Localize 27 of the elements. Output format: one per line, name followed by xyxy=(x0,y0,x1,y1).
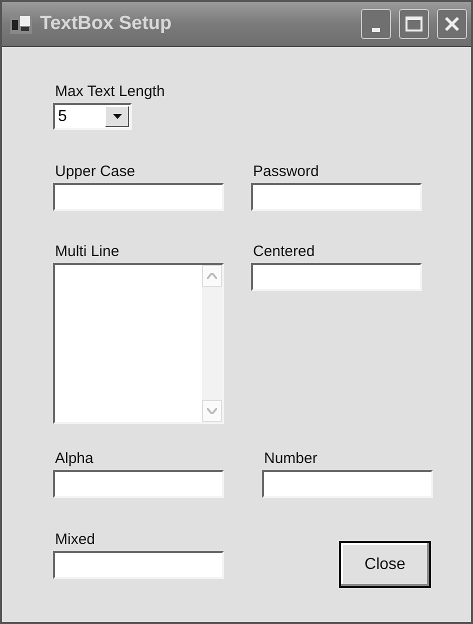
text-field[interactable] xyxy=(251,263,422,291)
text-field[interactable] xyxy=(53,183,224,211)
maximize-button[interactable] xyxy=(399,9,429,39)
minimize-button[interactable] xyxy=(361,9,391,39)
chevron-down-icon xyxy=(207,408,217,414)
text-field[interactable] xyxy=(53,470,224,498)
field-label: Upper Case xyxy=(54,163,136,181)
caret-icon xyxy=(112,114,122,119)
dropdown[interactable]: 5 xyxy=(53,103,132,130)
text-field[interactable] xyxy=(53,551,224,579)
field-label: Centered xyxy=(252,243,316,261)
close-icon xyxy=(444,16,460,32)
field-label: Password xyxy=(252,163,320,181)
close-button[interactable] xyxy=(437,9,467,39)
field-label: Alpha xyxy=(54,450,94,468)
text-field[interactable] xyxy=(262,470,433,498)
text-field[interactable] xyxy=(251,183,422,211)
maximize-icon xyxy=(405,16,423,32)
app-icon xyxy=(10,14,32,34)
chevron-up-icon xyxy=(207,273,217,279)
field-label: Number xyxy=(263,450,318,468)
window-title: TextBox Setup xyxy=(40,13,173,35)
field-label: Max Text Length xyxy=(54,83,166,101)
close-dialog-button[interactable]: Close xyxy=(339,541,431,588)
field-label: Mixed xyxy=(54,531,96,549)
minimize-icon xyxy=(372,28,380,32)
field-label: Multi Line xyxy=(54,243,120,261)
